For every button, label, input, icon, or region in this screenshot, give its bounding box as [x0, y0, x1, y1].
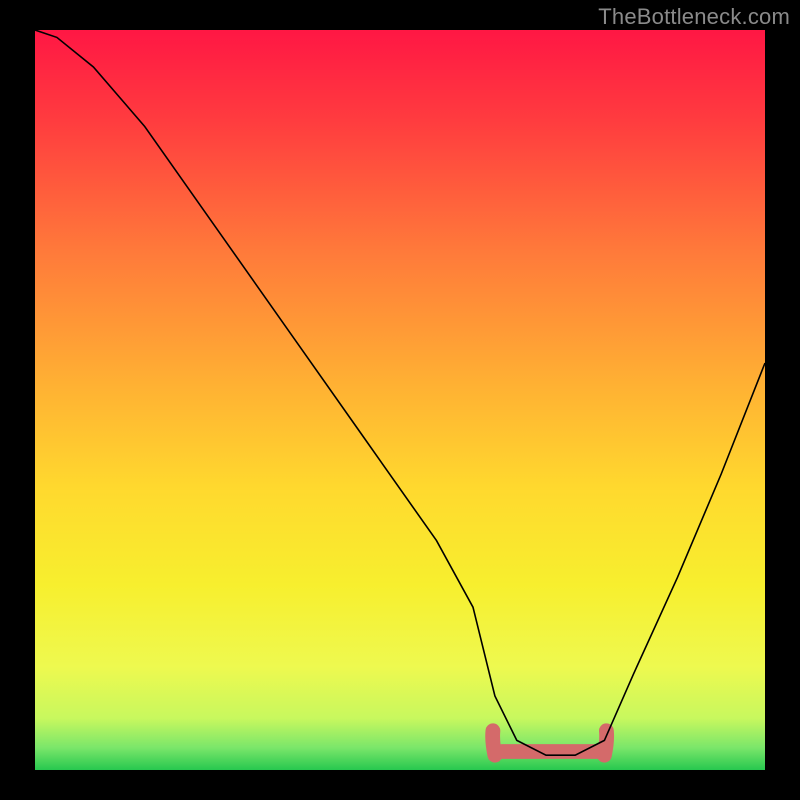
- watermark-text: TheBottleneck.com: [598, 4, 790, 30]
- chart-svg: [35, 30, 765, 770]
- chart-container: TheBottleneck.com: [0, 0, 800, 800]
- gradient-background: [35, 30, 765, 770]
- plot-area: [35, 30, 765, 770]
